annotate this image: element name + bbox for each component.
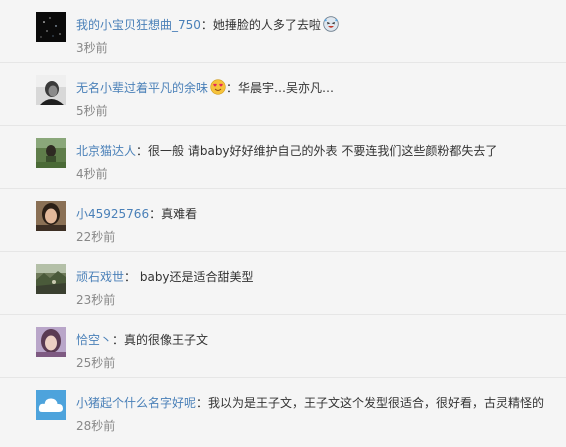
avatar-image: [36, 138, 66, 168]
comment-text: baby还是适合甜美型: [136, 270, 254, 284]
comment-time: 22秒前: [76, 230, 116, 244]
avatar-image: [36, 201, 66, 231]
comment-time: 3秒前: [76, 41, 108, 55]
comment-item: 我的小宝贝狂想曲_750：她捶脸的人多了去啦 3秒前: [0, 0, 566, 63]
comment-time: 5秒前: [76, 104, 108, 118]
comment-separator: ：: [226, 81, 239, 95]
comment-item: 恰空丶：真的很像王子文 25秒前: [0, 315, 566, 378]
comment-username[interactable]: 小45925766: [76, 207, 149, 221]
heart-eyes-face-icon: [210, 79, 226, 95]
comment-text: 真难看: [161, 207, 198, 221]
comment-separator: ：: [200, 18, 213, 32]
comment-item: 北京猫达人：很一般 请baby好好维护自己的外表 不要连我们这些颜粉都失去了 4…: [0, 126, 566, 189]
comment-line: 小猪起个什么名字好呢：我以为是王子文，王子文这个发型很适合，很好看，古灵精怪的: [76, 394, 544, 412]
comment-item: 小45925766：真难看 22秒前: [0, 189, 566, 252]
outdoor-photo-avatar[interactable]: [36, 138, 66, 168]
face-photo-avatar[interactable]: [36, 201, 66, 231]
comment-separator: ：: [124, 270, 137, 284]
comment-time: 25秒前: [76, 356, 116, 370]
avatar-image: [36, 264, 66, 294]
avatar-image: [36, 75, 66, 105]
comment-text: 真的很像王子文: [124, 333, 209, 347]
comment-item: 无名小辈过着平凡的余味 ：华晨宇…吴亦凡… 5秒前: [0, 63, 566, 126]
comment-username[interactable]: 北京猫达人: [76, 144, 136, 158]
comment-line: 北京猫达人：很一般 请baby好好维护自己的外表 不要连我们这些颜粉都失去了: [76, 142, 497, 160]
avatar-image: [36, 327, 66, 357]
comment-item: 小猪起个什么名字好呢：我以为是王子文，王子文这个发型很适合，很好看，古灵精怪的 …: [0, 378, 566, 441]
comment-separator: ：: [112, 333, 125, 347]
comment-time: 4秒前: [76, 167, 108, 181]
comment-line: 恰空丶：真的很像王子文: [76, 331, 208, 349]
comment-separator: ：: [196, 396, 209, 410]
purple-portrait-avatar[interactable]: [36, 327, 66, 357]
comment-username[interactable]: 我的小宝贝狂想曲_750: [76, 18, 201, 32]
comment-text: 很一般 请baby好好维护自己的外表 不要连我们这些颜粉都失去了: [148, 144, 498, 158]
comment-line: 小45925766：真难看: [76, 205, 197, 223]
comment-username[interactable]: 顽石戏世: [76, 270, 124, 284]
comment-separator: ：: [136, 144, 149, 158]
comment-username[interactable]: 小猪起个什么名字好呢: [76, 396, 196, 410]
comment-separator: ：: [149, 207, 162, 221]
starry-night-avatar[interactable]: [36, 12, 66, 42]
laughing-face-icon: [323, 16, 339, 32]
comment-text: 我以为是王子文，王子文这个发型很适合，很好看，古灵精怪的: [208, 396, 545, 410]
comment-text: 她捶脸的人多了去啦: [212, 18, 321, 32]
comment-username[interactable]: 无名小辈过着平凡的余味: [76, 81, 208, 95]
comment-line: 顽石戏世： baby还是适合甜美型: [76, 268, 254, 286]
comment-item: 顽石戏世： baby还是适合甜美型 23秒前: [0, 252, 566, 315]
comment-line: 我的小宝贝狂想曲_750：她捶脸的人多了去啦: [76, 16, 339, 34]
comment-list: 我的小宝贝狂想曲_750：她捶脸的人多了去啦 3秒前 无名小辈过着平凡的余味 ：华…: [0, 0, 566, 447]
comment-username[interactable]: 恰空丶: [76, 333, 112, 347]
avatar-image: [36, 12, 66, 42]
avatar-image: [36, 390, 66, 420]
comment-line: 无名小辈过着平凡的余味 ：华晨宇…吴亦凡…: [76, 79, 334, 97]
portrait-bw-avatar[interactable]: [36, 75, 66, 105]
landscape-photo-avatar[interactable]: [36, 264, 66, 294]
comment-time: 23秒前: [76, 293, 116, 307]
comment-text: 华晨宇…吴亦凡…: [238, 81, 335, 95]
blue-cloud-avatar[interactable]: [36, 390, 66, 420]
comment-time: 28秒前: [76, 419, 116, 433]
